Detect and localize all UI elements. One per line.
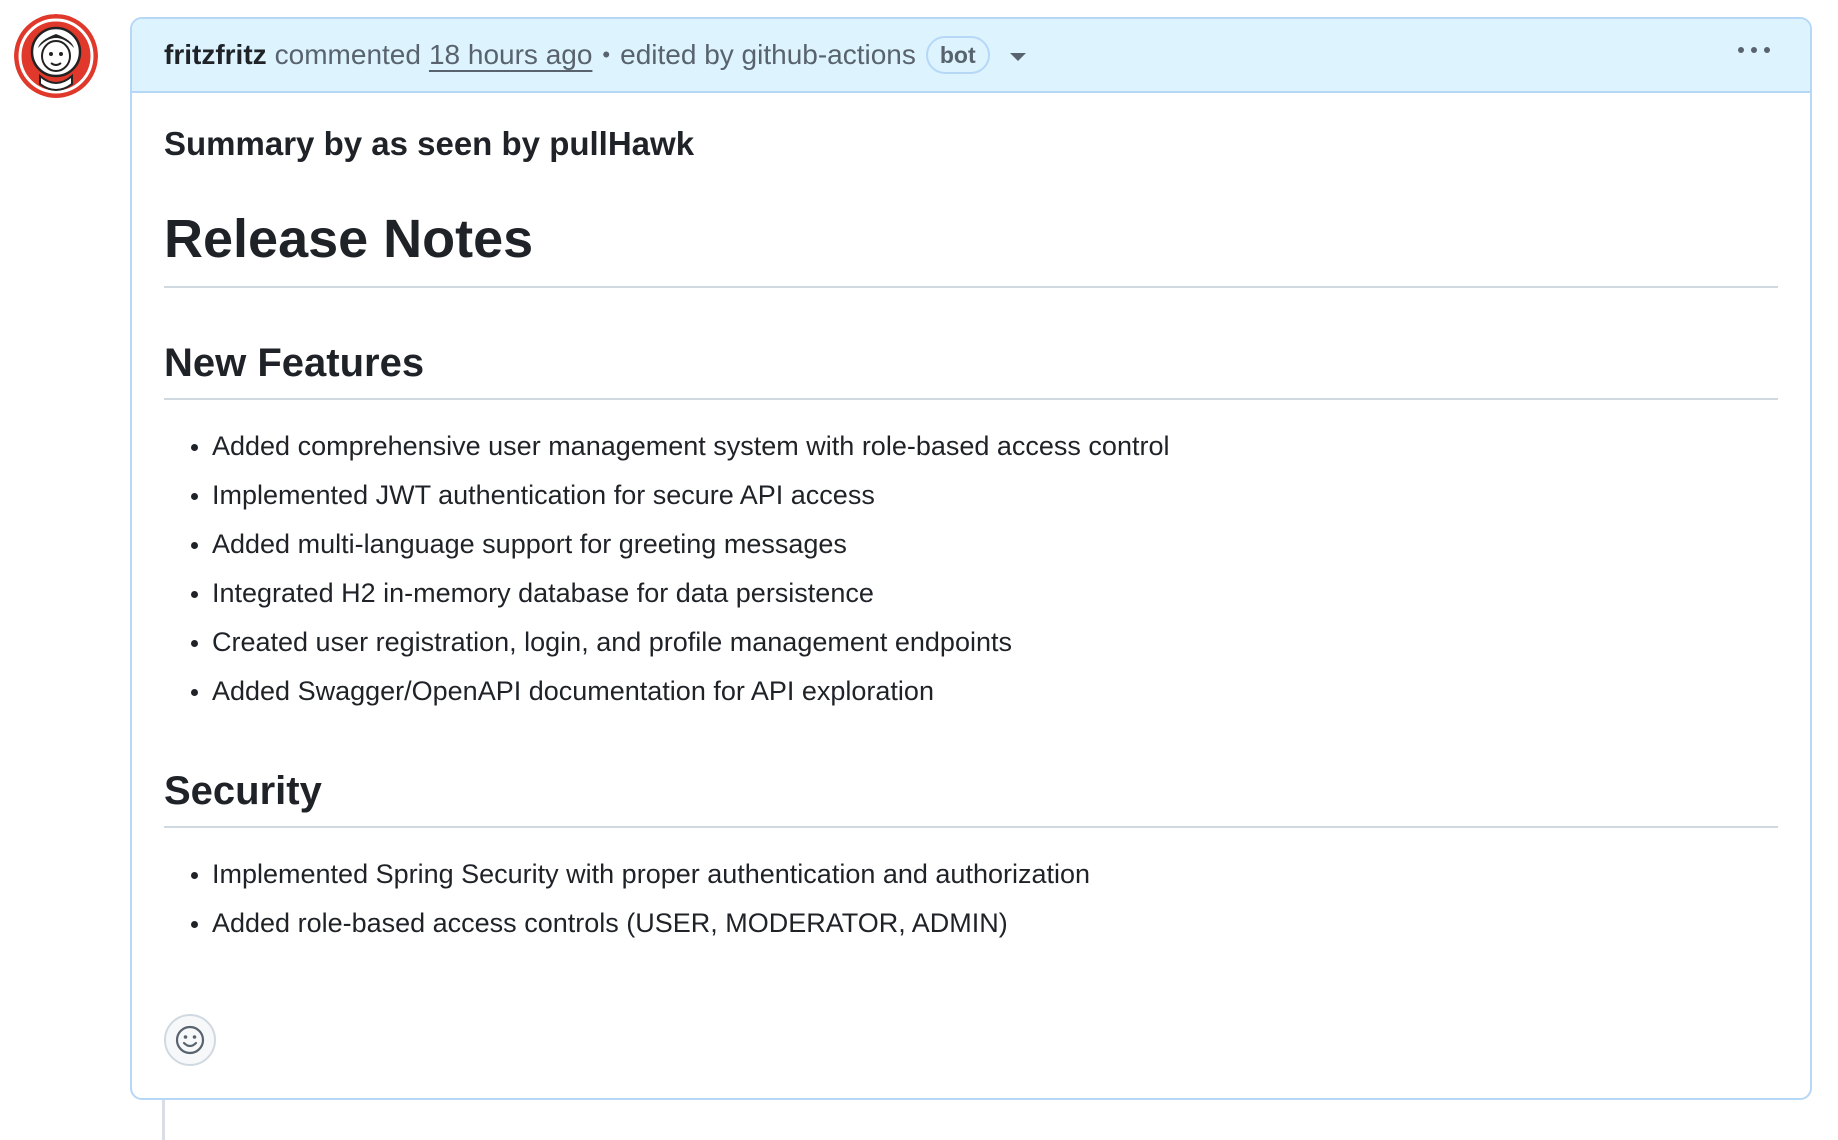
summary-heading: Summary by as seen by pullHawk (164, 125, 695, 162)
list-item: Created user registration, login, and pr… (212, 618, 1778, 667)
security-list: Implemented Spring Security with proper … (164, 850, 1778, 948)
list-item: Implemented JWT authentication for secur… (212, 471, 1778, 520)
comment-body: Summary by as seen by pullHawk Release N… (132, 93, 1810, 948)
list-item: Implemented Spring Security with proper … (212, 850, 1778, 899)
list-item: Integrated H2 in-memory database for dat… (212, 569, 1778, 618)
release-notes-heading: Release Notes (164, 207, 1778, 288)
author-avatar[interactable] (14, 14, 98, 98)
astronaut-avatar-icon (14, 14, 98, 98)
triangle-down-icon[interactable] (1009, 53, 1026, 61)
comment-header: fritzfritz commented 18 hours ago • edit… (132, 19, 1810, 93)
comment-card: fritzfritz commented 18 hours ago • edit… (130, 17, 1812, 1100)
list-item: Added Swagger/OpenAPI documentation for … (212, 667, 1778, 716)
section-heading-security: Security (164, 766, 1778, 828)
kebab-horizontal-icon[interactable] (1734, 41, 1774, 59)
list-item: Added multi-language support for greetin… (212, 520, 1778, 569)
timestamp-link[interactable]: 18 hours ago (429, 39, 592, 71)
add-reaction-button[interactable] (164, 1014, 216, 1066)
section-heading-new-features: New Features (164, 338, 1778, 400)
bot-badge: bot (925, 36, 990, 74)
list-item: Added role-based access controls (USER, … (212, 899, 1778, 948)
list-item: Added comprehensive user management syst… (212, 422, 1778, 471)
timeline-connector (162, 1096, 165, 1140)
comment-action: commented (274, 39, 421, 70)
edited-by-text: edited by github-actions (620, 39, 916, 70)
author-link[interactable]: fritzfritz (164, 39, 267, 71)
smiley-icon (175, 1025, 205, 1055)
new-features-list: Added comprehensive user management syst… (164, 422, 1778, 716)
separator: • (602, 42, 611, 67)
